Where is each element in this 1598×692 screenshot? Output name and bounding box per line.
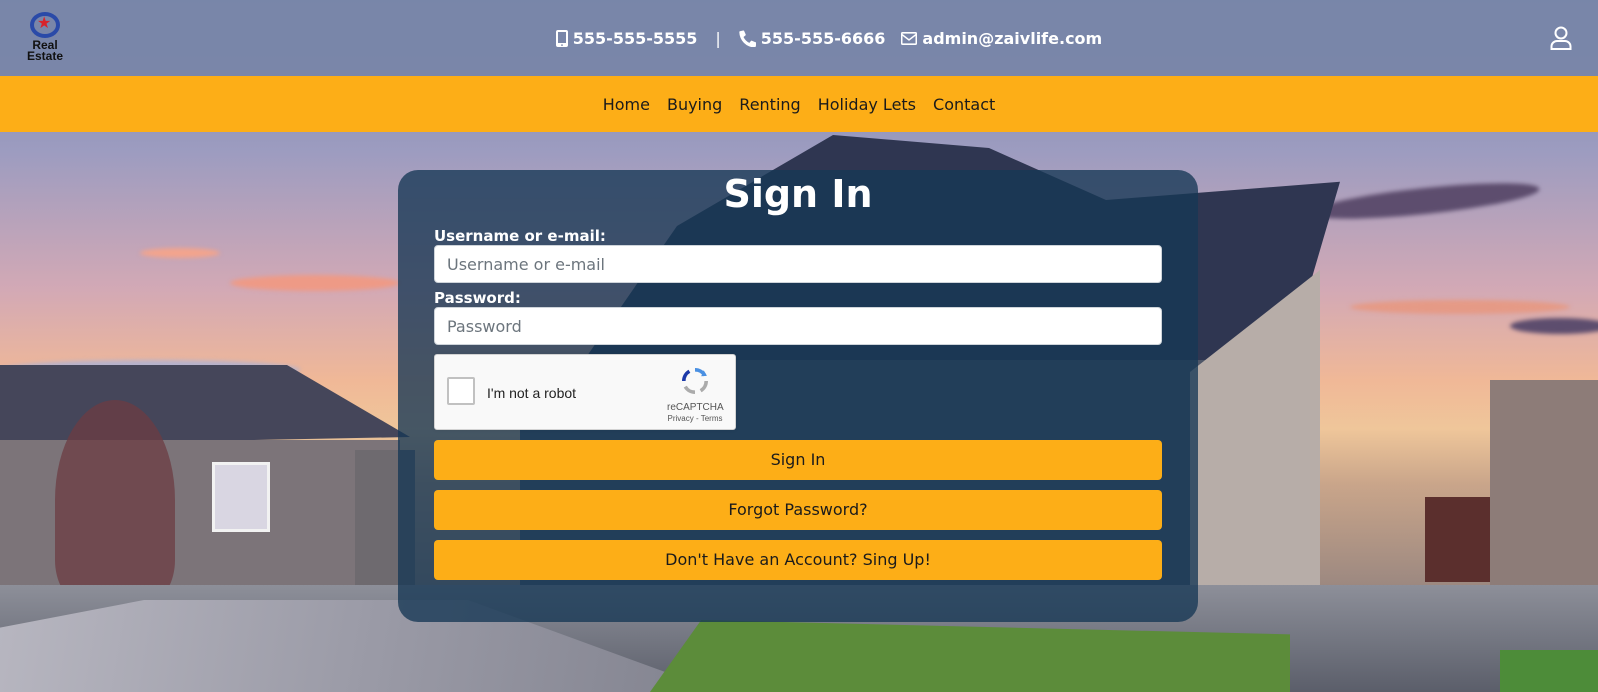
nav-holiday-lets[interactable]: Holiday Lets: [818, 95, 916, 114]
real-estate-logo[interactable]: ★ Real Estate: [18, 12, 72, 64]
phone-contact[interactable]: 555-555-6666: [739, 28, 886, 48]
envelope-icon: [901, 31, 918, 45]
main-nav: Home Buying Renting Holiday Lets Contact: [0, 76, 1598, 132]
mobile-contact[interactable]: 555-555-5555: [555, 28, 698, 48]
forgot-password-button[interactable]: Forgot Password?: [434, 490, 1162, 530]
sign-in-button[interactable]: Sign In: [434, 440, 1162, 480]
recaptcha-checkbox[interactable]: [447, 377, 475, 405]
sign-up-button[interactable]: Don't Have an Account? Sing Up!: [434, 540, 1162, 580]
user-icon[interactable]: [1550, 26, 1572, 50]
recaptcha-icon: [681, 367, 709, 395]
recaptcha-widget: I'm not a robot reCAPTCHA Privacy - Term…: [434, 354, 736, 430]
recaptcha-brand: reCAPTCHA: [667, 402, 724, 413]
recaptcha-label: I'm not a robot: [487, 385, 577, 401]
recaptcha-logo: reCAPTCHA Privacy - Terms: [667, 365, 724, 425]
password-input[interactable]: [434, 307, 1162, 345]
contact-separator: |: [715, 28, 721, 48]
sign-in-title: Sign In: [723, 172, 873, 216]
phone-icon: [739, 29, 756, 47]
nav-contact[interactable]: Contact: [933, 95, 995, 114]
username-input[interactable]: [434, 245, 1162, 283]
sign-in-card: Sign In Username or e-mail: Password: I'…: [398, 170, 1198, 622]
logo-line-2: Estate: [26, 49, 64, 63]
email-contact[interactable]: admin@zaivlife.com: [901, 29, 1102, 48]
nav-home[interactable]: Home: [603, 95, 650, 114]
recaptcha-links[interactable]: Privacy - Terms: [667, 413, 723, 424]
contact-info: 555-555-5555 | 555-555-6666 admin@zaivli…: [555, 28, 1102, 48]
mobile-number: 555-555-5555: [572, 28, 698, 48]
top-bar: ★ Real Estate 555-555-5555 | 555-555-666…: [0, 0, 1598, 76]
logo-mark-icon: ★: [28, 12, 62, 40]
nav-renting[interactable]: Renting: [739, 95, 800, 114]
password-label: Password:: [434, 289, 521, 307]
email-address: admin@zaivlife.com: [922, 28, 1103, 48]
phone-number: 555-555-6666: [760, 28, 886, 48]
mobile-phone-icon: [555, 29, 568, 47]
nav-buying[interactable]: Buying: [667, 95, 722, 114]
username-label: Username or e-mail:: [434, 227, 606, 245]
